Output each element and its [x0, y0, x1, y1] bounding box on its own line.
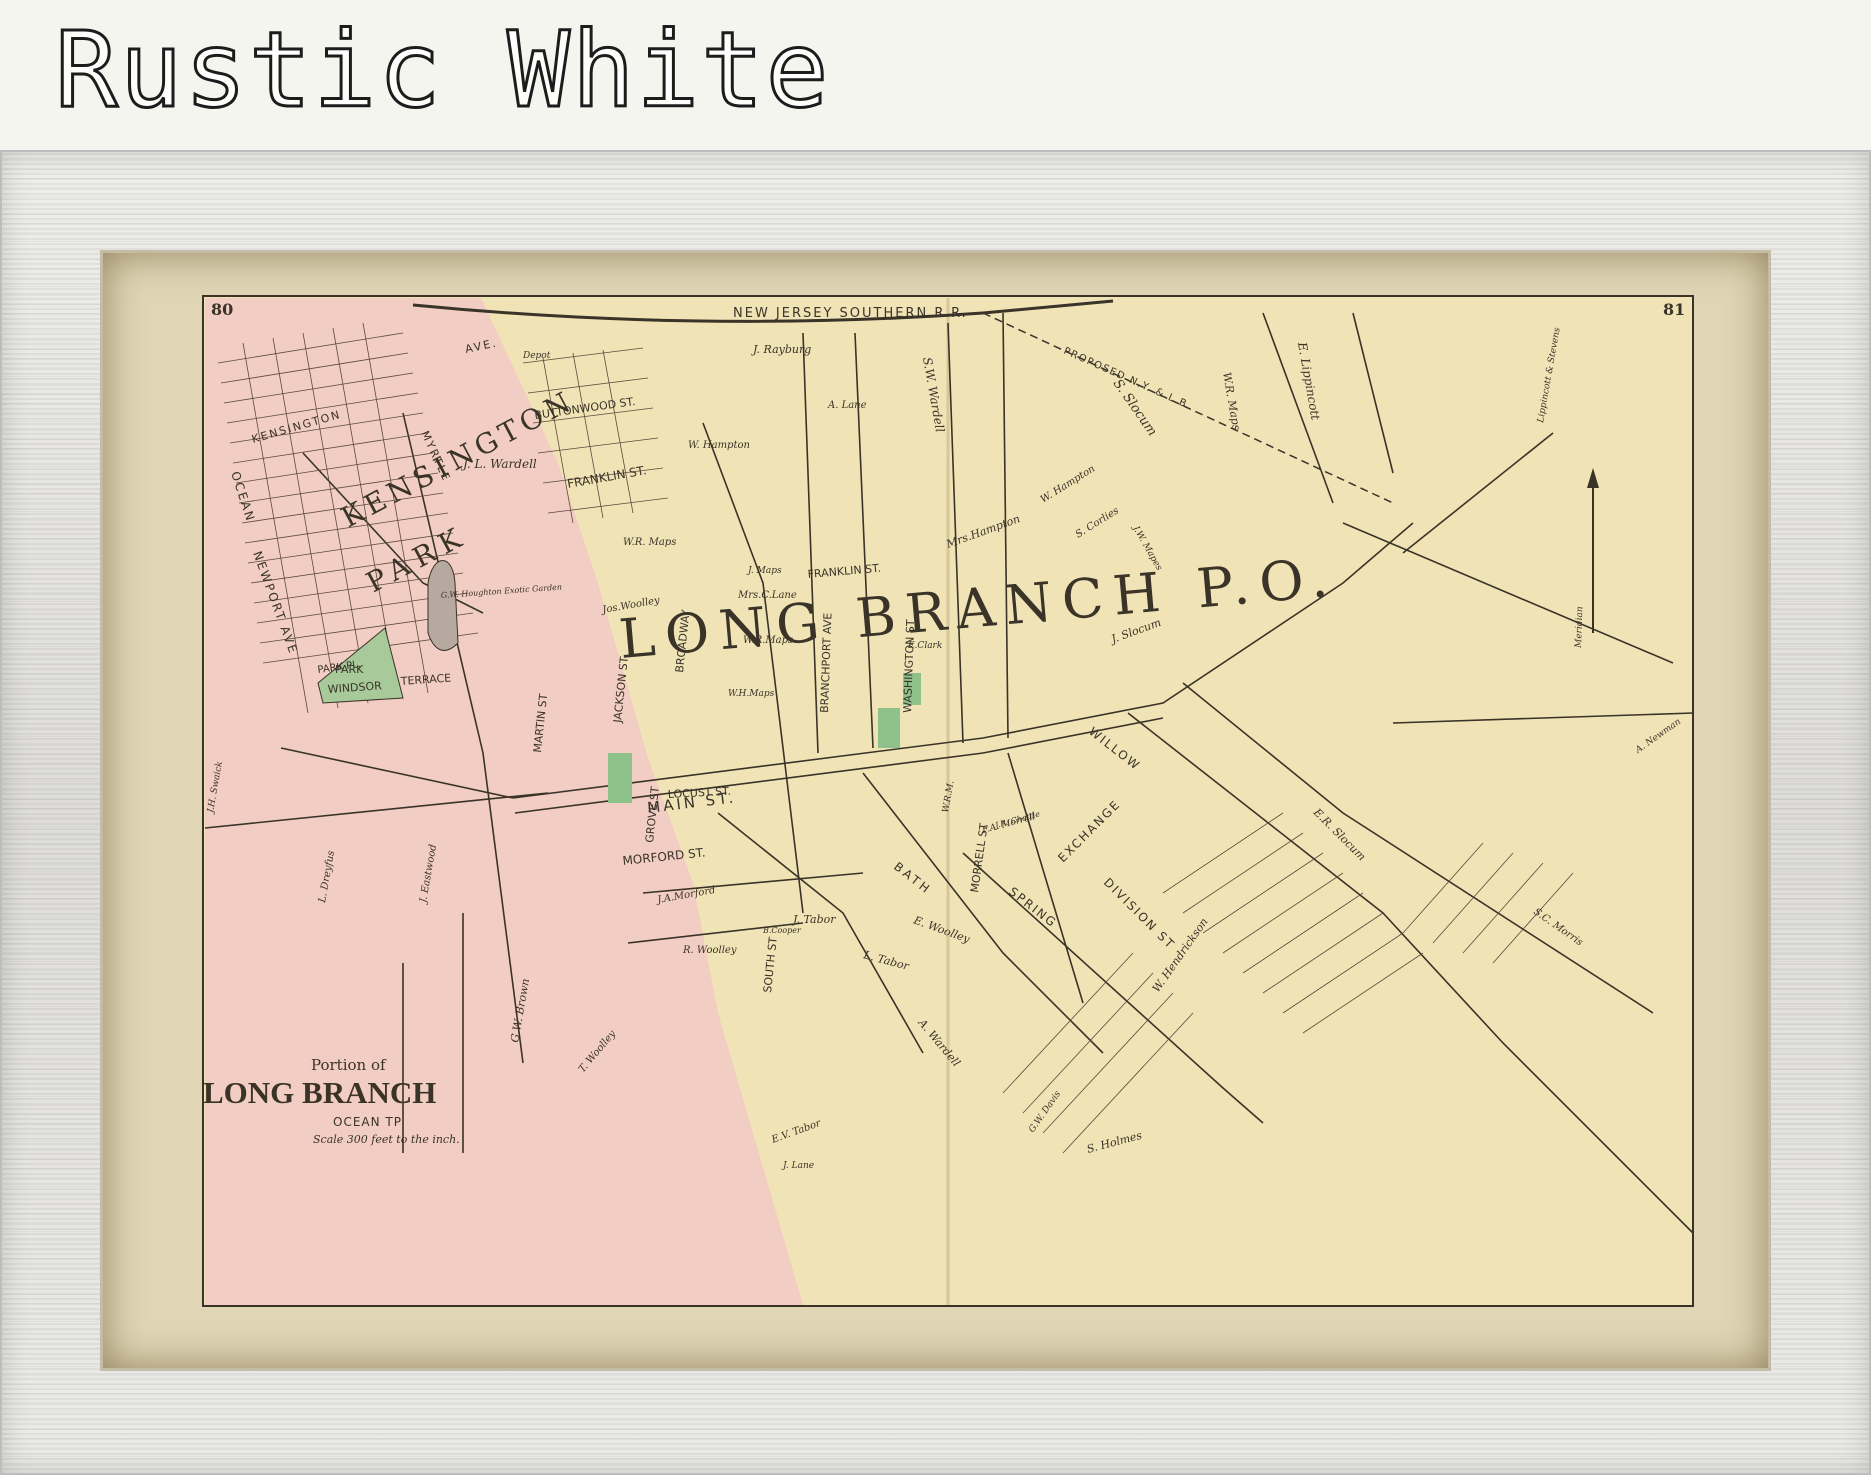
owner-label: W.R. Maps [623, 537, 676, 548]
owner-label: W.R.Maps [743, 635, 793, 646]
owner-label: J. Tabor [791, 913, 836, 926]
title-portion-of: Portion of [311, 1056, 387, 1074]
owner-label: Mrs.C.Lane [737, 590, 797, 601]
exotic-garden-pond [427, 560, 459, 651]
owner-label: Meridian [1574, 606, 1585, 649]
school-lot-1 [608, 753, 632, 803]
header-banner: Rustic White [0, 0, 1871, 150]
title-township: OCEAN TP [333, 1115, 402, 1129]
frame-style-title: Rustic White [53, 9, 831, 131]
map-mat: 80 81 NEW JERSEY SOUTHERN R.R. PROPOSED … [103, 253, 1768, 1368]
title-scale: Scale 300 feet to the inch. [313, 1133, 460, 1146]
owner-label: A. Lane [827, 400, 867, 411]
page-number-left: 80 [211, 300, 233, 319]
title-place: LONG BRANCH [203, 1075, 436, 1110]
owner-label: W. Hampton [688, 440, 750, 451]
owner-label: W.H.Maps [728, 689, 775, 699]
owner-label: J. Lane [781, 1161, 814, 1171]
page-number-right: 81 [1663, 300, 1685, 319]
school-lot-2 [878, 708, 900, 748]
owner-label: J. Rayburg [751, 343, 811, 356]
railroad-label: NEW JERSEY SOUTHERN R.R. [733, 306, 968, 321]
owner-label: E.Clark [907, 641, 942, 651]
owner-label: J. Maps [746, 566, 782, 576]
antique-map: 80 81 NEW JERSEY SOUTHERN R.R. PROPOSED … [202, 295, 1694, 1307]
owner-label: J. L. Wardell [460, 457, 537, 471]
owner-label: B.Cooper [762, 926, 802, 935]
owner-label: Depot [522, 351, 551, 361]
owner-label: R. Woolley [682, 945, 737, 956]
park-label: PARK [335, 663, 364, 676]
